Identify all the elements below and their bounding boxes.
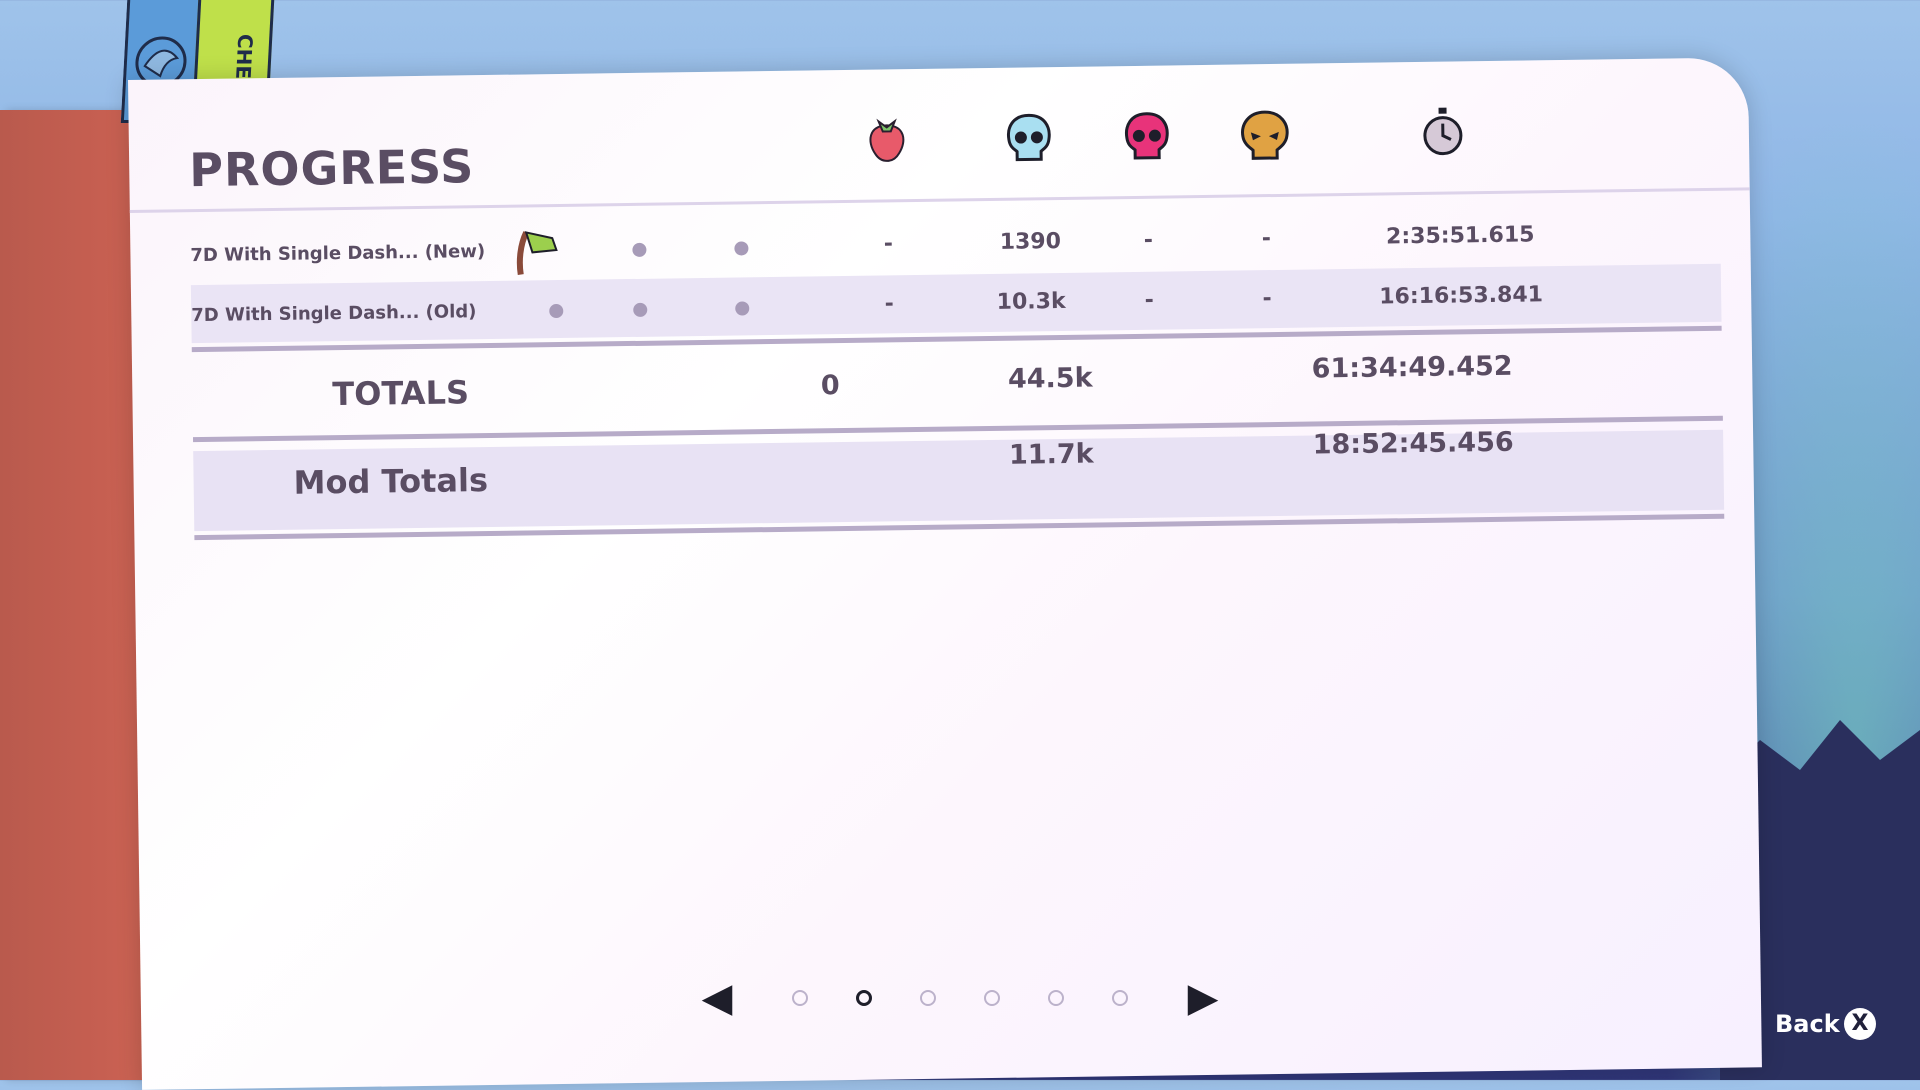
- time-value: 2:35:51.615: [1385, 222, 1535, 250]
- chapter-name: 7D With Single Dash... (New): [190, 241, 486, 267]
- death-count-c: -: [1261, 226, 1272, 252]
- time-value: 16:16:53.841: [1379, 282, 1544, 310]
- mod-totals-label: Mod Totals: [293, 461, 489, 502]
- totals-strawberries: 0: [820, 370, 840, 402]
- side-a-dot: [549, 303, 564, 319]
- totals-deaths: 44.5k: [1007, 362, 1093, 395]
- totals-time: 61:34:49.452: [1311, 350, 1513, 385]
- page-title: PROGRESS: [188, 139, 475, 198]
- page-dot-4[interactable]: [984, 990, 1000, 1006]
- back-label[interactable]: Back: [1775, 1010, 1840, 1038]
- chapter-name: 7D With Single Dash... (Old): [191, 301, 477, 327]
- stopwatch-icon: [1423, 107, 1463, 156]
- x-button-icon[interactable]: X: [1844, 1008, 1876, 1040]
- page-dot-3[interactable]: [920, 990, 936, 1006]
- page-dot-1[interactable]: [792, 990, 808, 1006]
- side-b-dot: [632, 242, 647, 257]
- next-page-arrow-icon[interactable]: ▶: [1186, 978, 1220, 1022]
- strawberry-count: -: [884, 291, 894, 317]
- page-dot-6[interactable]: [1112, 990, 1128, 1006]
- flag-icon: [516, 231, 558, 276]
- strawberry-icon: [869, 118, 905, 162]
- progress-panel: PROGRESS 7D With Single Dash... (New) - …: [128, 57, 1762, 1090]
- previous-page-arrow-icon[interactable]: ◀: [700, 978, 734, 1022]
- death-count-c: -: [1262, 286, 1272, 312]
- pink-skull-icon: [1124, 112, 1169, 160]
- gold-skull-icon: [1241, 110, 1289, 160]
- side-c-dot: [734, 241, 749, 256]
- side-b-dot: [633, 302, 648, 317]
- page-dot-5[interactable]: [1048, 990, 1064, 1006]
- page-dot-2[interactable]: [856, 990, 872, 1006]
- totals-label: TOTALS: [332, 373, 470, 414]
- mod-totals-deaths: 11.7k: [1008, 438, 1094, 471]
- mod-totals-time: 18:52:45.456: [1312, 426, 1514, 461]
- side-c-dot: [735, 301, 750, 316]
- strawberry-count: -: [883, 231, 894, 257]
- blue-skull-icon: [1006, 113, 1051, 162]
- page-navigator: ◀ ▶: [700, 978, 1220, 1022]
